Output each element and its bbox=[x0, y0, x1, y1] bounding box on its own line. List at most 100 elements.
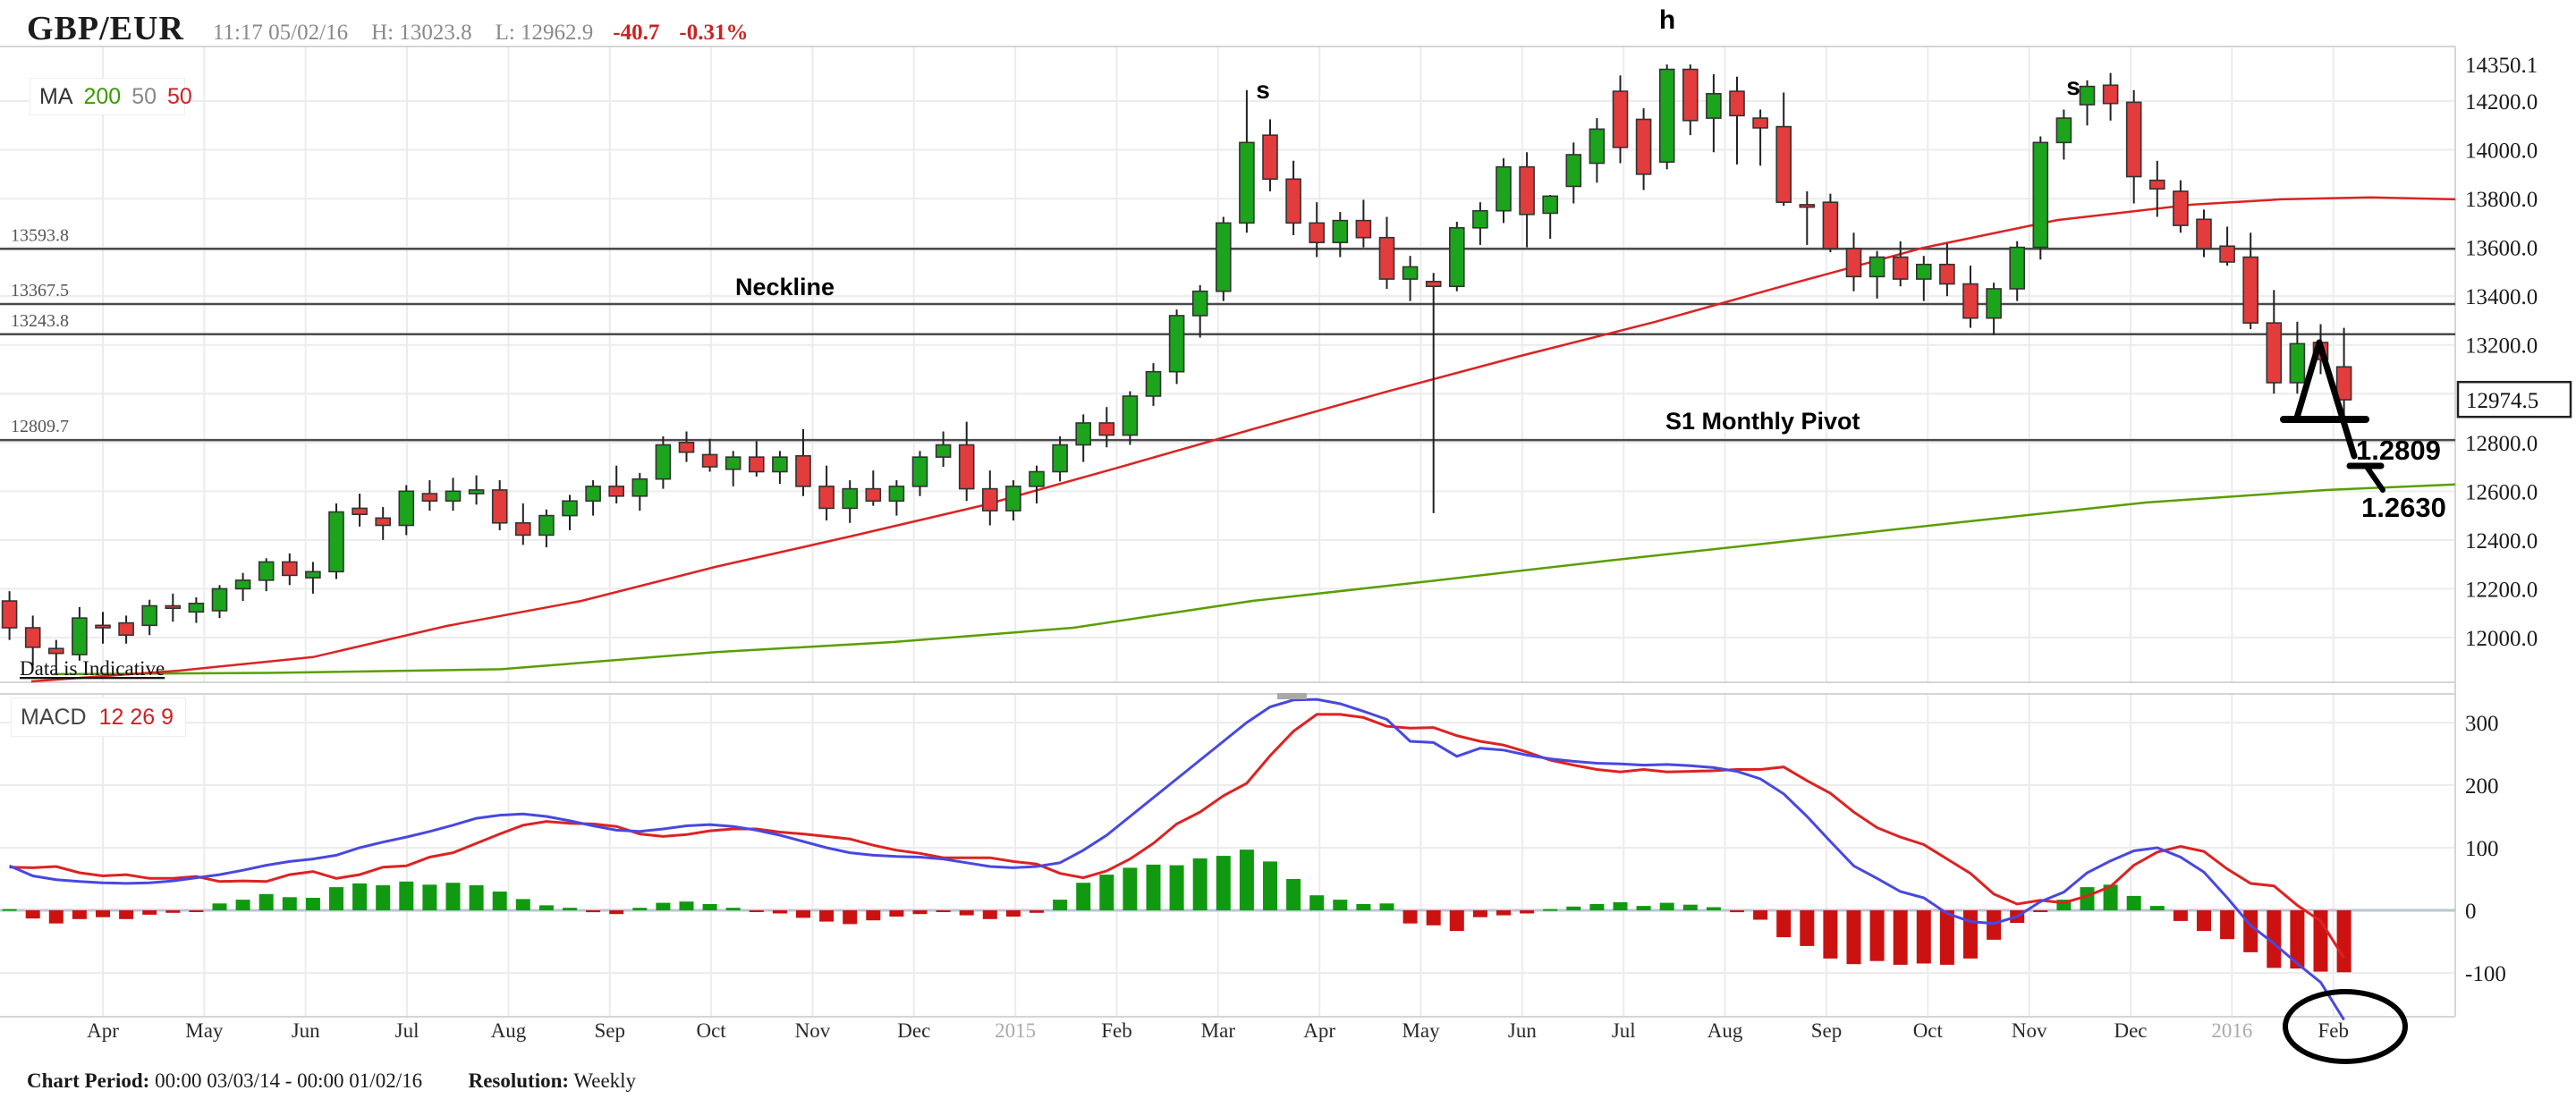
candle-up bbox=[1566, 155, 1580, 186]
macd-hist-bar-up bbox=[236, 900, 250, 910]
change-value: -40.7 bbox=[613, 21, 659, 45]
candle-up bbox=[399, 491, 413, 525]
macd-hist-bar-up bbox=[283, 897, 297, 910]
macd-hist-bar-up bbox=[1286, 879, 1301, 910]
macd-hist-bar-up bbox=[329, 887, 343, 910]
macd-hist-bar-down bbox=[1450, 910, 1464, 931]
macd-hist-bar-up bbox=[1099, 875, 1114, 910]
month-axis-label: Apr bbox=[1303, 1019, 1335, 1042]
macd-hist-bar-down bbox=[960, 910, 974, 916]
candle-down bbox=[1286, 179, 1301, 223]
macd-hist-bar-down bbox=[1776, 910, 1791, 937]
macd-hist-bar-up bbox=[399, 882, 413, 910]
macd-hist-bar-up bbox=[493, 892, 507, 910]
macd-hist-bar-down bbox=[1823, 910, 1837, 959]
month-axis-label: Apr bbox=[87, 1019, 119, 1042]
candle-down bbox=[819, 486, 834, 509]
candle-up bbox=[1030, 472, 1044, 486]
macd-hist-bar-down bbox=[1847, 910, 1861, 964]
candle-up bbox=[1473, 211, 1487, 228]
low-value: L: 12962.9 bbox=[496, 21, 594, 45]
price-axis-label: 12800.0 bbox=[2465, 432, 2538, 456]
ma-label: MA bbox=[39, 84, 73, 110]
candle-down bbox=[26, 628, 40, 647]
macd-hist-bar-down bbox=[983, 910, 997, 919]
macd-axis-label: 100 bbox=[2465, 837, 2499, 861]
price-axis-label: 14000.0 bbox=[2465, 139, 2538, 164]
macd-hist-bar-down bbox=[165, 910, 180, 913]
macd-hist-bar-up bbox=[1263, 861, 1277, 910]
price-target-1: 1.2809 bbox=[2356, 435, 2441, 466]
month-axis-label: Oct bbox=[1913, 1019, 1944, 1042]
candle-up bbox=[1053, 445, 1067, 472]
month-axis-label: Mar bbox=[1201, 1019, 1236, 1042]
candle-up bbox=[259, 562, 274, 579]
candle-up bbox=[1193, 292, 1208, 316]
macd-hist-bar-up bbox=[1589, 904, 1604, 910]
price-chart-canvas[interactable]: 13593.813367.513243.812809.714350.114200… bbox=[0, 0, 2576, 1099]
macd-hist-bar-up bbox=[1637, 906, 1651, 910]
candle-up bbox=[1660, 70, 1674, 163]
macd-hist-bar-down bbox=[1520, 910, 1534, 914]
macd-hist-bar-down bbox=[2033, 910, 2047, 912]
macd-hist-bar-up bbox=[539, 905, 554, 910]
candle-down bbox=[1427, 282, 1441, 286]
candle-up bbox=[189, 604, 203, 613]
macd-hist-bar-down bbox=[2243, 910, 2258, 952]
chart-period-value: 00:00 03/03/14 - 00:00 01/02/16 bbox=[155, 1069, 422, 1092]
ma-period-200: 200 bbox=[84, 84, 122, 110]
macd-hist-bar-down bbox=[1870, 910, 1885, 961]
candle-down bbox=[3, 601, 17, 628]
ma-period-50a: 50 bbox=[131, 84, 157, 110]
macd-hist-bar-up bbox=[1683, 905, 1698, 910]
macd-hist-bar-up bbox=[352, 883, 367, 910]
candle-down bbox=[680, 443, 694, 452]
month-axis-label: Aug bbox=[1707, 1019, 1743, 1042]
candle-down bbox=[49, 648, 64, 653]
price-axis-label: 12400.0 bbox=[2465, 529, 2538, 554]
month-axis-label: Jun bbox=[1508, 1019, 1537, 1042]
macd-hist-bar-down bbox=[1800, 910, 1814, 946]
macd-hist-bar-up bbox=[306, 898, 320, 910]
candle-up bbox=[2290, 343, 2304, 383]
macd-hist-bar-down bbox=[1030, 910, 1044, 913]
macd-hist-bar-up bbox=[1380, 903, 1394, 910]
month-axis-label: Nov bbox=[795, 1019, 831, 1042]
candle-down bbox=[2220, 246, 2234, 262]
candle-down bbox=[493, 490, 507, 523]
candle-down bbox=[1847, 249, 1861, 276]
ma-indicator-legend[interactable]: MA 200 50 50 bbox=[30, 78, 185, 115]
candle-down bbox=[1380, 238, 1394, 279]
candle-up bbox=[446, 491, 461, 501]
macd-hist-bar-up bbox=[1170, 866, 1184, 910]
month-axis-label: Feb bbox=[1101, 1019, 1132, 1042]
candle-up bbox=[236, 580, 250, 589]
price-axis-label: 13400.0 bbox=[2465, 285, 2538, 309]
macd-hist-bar-up bbox=[516, 899, 530, 910]
month-axis-label: May bbox=[1402, 1019, 1440, 1042]
macd-hist-bar-down bbox=[1940, 910, 1954, 965]
candle-up bbox=[1870, 258, 1885, 277]
price-axis-label: 12600.0 bbox=[2465, 480, 2538, 504]
candle-up bbox=[563, 501, 577, 515]
chart-window: GBP/EUR 11:17 05/02/16 H: 13023.8 L: 129… bbox=[0, 0, 2576, 1099]
candle-up bbox=[72, 618, 87, 655]
month-axis-label: Jul bbox=[395, 1019, 419, 1042]
price-axis-label: 14200.0 bbox=[2465, 90, 2538, 114]
candle-down bbox=[983, 489, 997, 511]
candle-up bbox=[213, 588, 227, 611]
macd-hist-bar-up bbox=[1076, 883, 1090, 910]
macd-hist-bar-up bbox=[1333, 900, 1347, 910]
macd-hist-bar-up bbox=[1240, 850, 1254, 910]
right-shoulder-annotation: s bbox=[2066, 72, 2080, 100]
month-axis-label: Oct bbox=[696, 1019, 726, 1042]
candle-down bbox=[796, 456, 810, 486]
macd-hist-bar-up bbox=[1543, 909, 1557, 911]
macd-indicator-legend[interactable]: MACD 12 26 9 bbox=[11, 697, 186, 737]
candle-down bbox=[2127, 102, 2141, 176]
ma-period-50b: 50 bbox=[167, 84, 192, 110]
candle-up bbox=[1147, 372, 1161, 396]
macd-hist-bar-up bbox=[1216, 856, 1231, 910]
macd-hist-bar-up bbox=[1147, 865, 1161, 910]
macd-hist-bar-down bbox=[1403, 910, 1418, 924]
